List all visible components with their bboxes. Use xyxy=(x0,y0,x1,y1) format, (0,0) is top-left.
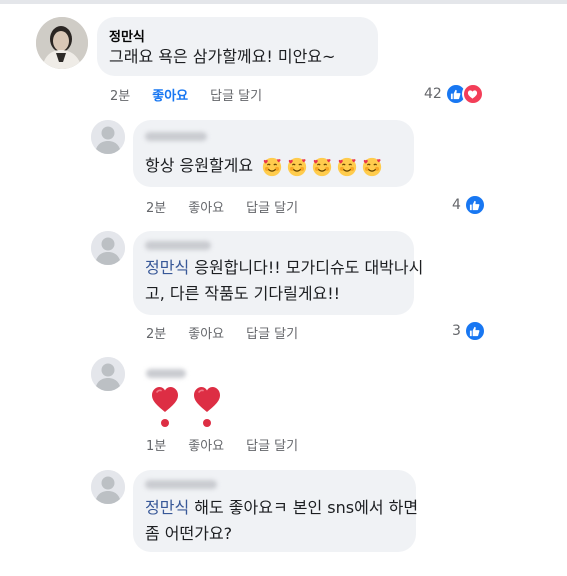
comment-actions: 2분 좋아요 답글 달기 xyxy=(146,197,298,216)
comment-bubble: 항상 응원할게요 xyxy=(133,120,414,187)
comment-actions: 2분 좋아요 답글 달기 xyxy=(110,85,262,104)
comment-time[interactable]: 2분 xyxy=(146,197,166,216)
comment-actions: 2분 좋아요 답글 달기 xyxy=(146,323,298,342)
mention-tag[interactable]: 정만식 xyxy=(145,258,189,277)
reaction-count: 42 xyxy=(424,86,442,102)
like-button[interactable]: 좋아요 xyxy=(188,435,224,454)
reaction-summary[interactable]: 42 xyxy=(424,83,484,105)
smiling-face-with-hearts-icon xyxy=(338,157,357,176)
comment-author[interactable]: 정만식 xyxy=(109,26,145,45)
like-button[interactable]: 좋아요 xyxy=(188,197,224,216)
heart-exclamation-icon xyxy=(194,387,220,427)
smiling-face-with-hearts-icon xyxy=(363,157,382,176)
mention-tag[interactable]: 정만식 xyxy=(145,498,189,517)
comment-text: 해도 좋아요ㅋ 본인 sns에서 하면 xyxy=(194,498,419,517)
avatar[interactable] xyxy=(91,470,125,504)
reaction-summary[interactable]: 3 xyxy=(452,320,486,342)
heart-exclamation-icon xyxy=(152,387,178,427)
comment-time[interactable]: 1분 xyxy=(146,435,166,454)
comment-text-line: 정만식 해도 좋아요ㅋ 본인 sns에서 하면 xyxy=(145,495,418,521)
reply-button[interactable]: 답글 달기 xyxy=(246,197,298,216)
like-button[interactable]: 좋아요 xyxy=(188,323,224,342)
comment-text: 응원합니다!! 모가디슈도 대박나시 xyxy=(194,258,424,277)
smiling-face-with-hearts-icon xyxy=(288,157,307,176)
comment-time[interactable]: 2분 xyxy=(110,85,130,104)
comment-text: 그래요 욕은 삼가할께요! 미안요~ xyxy=(109,47,336,66)
comment-author[interactable] xyxy=(145,241,211,250)
comment-text-line: 좀 어떤가요? xyxy=(145,524,233,543)
comment-text-line: 고, 다른 작품도 기다릴게요!! xyxy=(145,284,341,303)
avatar[interactable] xyxy=(91,231,125,265)
reply-button[interactable]: 답글 달기 xyxy=(246,323,298,342)
like-icon xyxy=(463,194,486,216)
reply-button[interactable]: 답글 달기 xyxy=(210,85,262,104)
smiling-face-with-hearts-icon xyxy=(263,157,282,176)
reply-button[interactable]: 답글 달기 xyxy=(246,435,298,454)
like-icon xyxy=(463,320,486,342)
reaction-count: 3 xyxy=(452,323,461,339)
comment-bubble: 정만식 해도 좋아요ㅋ 본인 sns에서 하면 좀 어떤가요? xyxy=(133,470,418,552)
comment-author[interactable] xyxy=(145,132,207,141)
comment-author[interactable] xyxy=(146,369,186,378)
comment-author[interactable] xyxy=(145,480,217,489)
reaction-summary[interactable]: 4 xyxy=(452,194,486,216)
avatar[interactable] xyxy=(91,120,125,154)
reaction-count: 4 xyxy=(452,197,461,213)
avatar[interactable] xyxy=(91,357,125,391)
comment-actions: 1분 좋아요 답글 달기 xyxy=(146,435,298,454)
comment-text-content: 항상 응원할게요 xyxy=(145,156,254,175)
comment-bubble: 정만식 그래요 욕은 삼가할께요! 미안요~ xyxy=(97,17,378,76)
comment-text: 항상 응원할게요 xyxy=(145,153,383,179)
feed-top-edge xyxy=(0,0,567,4)
comment-text-line: 정만식 응원합니다!! 모가디슈도 대박나시 xyxy=(145,255,423,281)
avatar[interactable] xyxy=(36,17,88,69)
comment-bubble: 정만식 응원합니다!! 모가디슈도 대박나시 고, 다른 작품도 기다릴게요!! xyxy=(133,231,423,315)
comment-time[interactable]: 2분 xyxy=(146,323,166,342)
smiling-face-with-hearts-icon xyxy=(313,157,332,176)
love-icon xyxy=(461,83,484,105)
like-button[interactable]: 좋아요 xyxy=(152,85,188,104)
